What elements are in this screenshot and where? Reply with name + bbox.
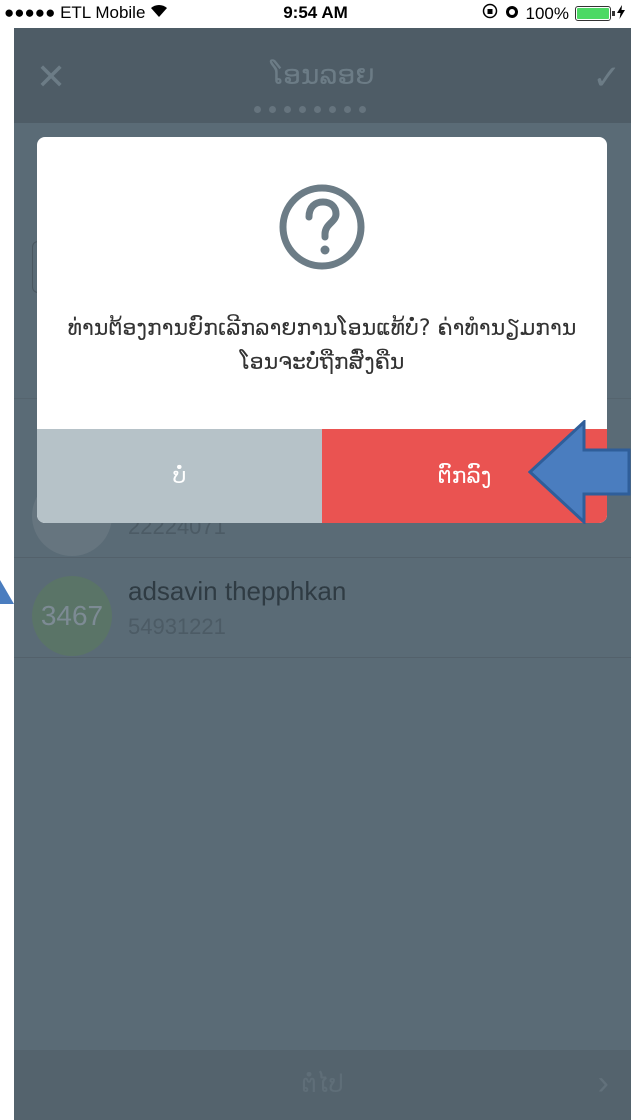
status-bar: ●●●●● ETL Mobile 9:54 AM 100% xyxy=(0,0,631,28)
footer-next-bar[interactable]: ຕໍ່ໄປ › xyxy=(14,1050,631,1120)
page-title: ໂອນລອຍ xyxy=(270,58,375,91)
check-icon[interactable]: ✓ xyxy=(593,58,622,98)
annotation-arrow-icon xyxy=(527,418,631,529)
step-indicator xyxy=(254,106,366,113)
alarm-icon xyxy=(504,3,520,24)
rotation-lock-icon xyxy=(482,3,498,24)
nav-bar: ✕ ໂອນລອຍ ✓ xyxy=(14,28,631,123)
question-circle-icon xyxy=(277,182,367,277)
battery-percent: 100% xyxy=(525,3,569,23)
status-right: 100% xyxy=(482,3,625,24)
annotation-arrow-tip-icon xyxy=(0,580,16,611)
contact-name: adsavin thepphkan xyxy=(128,576,347,606)
battery-level xyxy=(577,8,609,19)
dialog-message: ທ່ານຕ້ອງການຍົກເລີກລາຍການໂອນແທ້ບໍ່? ຄ່າທຳ… xyxy=(67,316,577,375)
cancel-button[interactable]: ບໍ່ xyxy=(37,429,322,523)
avatar: 3467 xyxy=(32,576,112,656)
battery-icon xyxy=(575,6,615,21)
contact-number: 54931221 xyxy=(128,614,226,639)
chevron-right-icon: › xyxy=(597,1064,609,1102)
next-label: ຕໍ່ໄປ xyxy=(301,1071,344,1098)
charging-icon xyxy=(617,4,625,24)
confirm-dialog: ທ່ານຕ້ອງການຍົກເລີກລາຍການໂອນແທ້ບໍ່? ຄ່າທຳ… xyxy=(37,137,607,523)
contact-row[interactable]: 3467 adsavin thepphkan 54931221 xyxy=(14,558,631,658)
